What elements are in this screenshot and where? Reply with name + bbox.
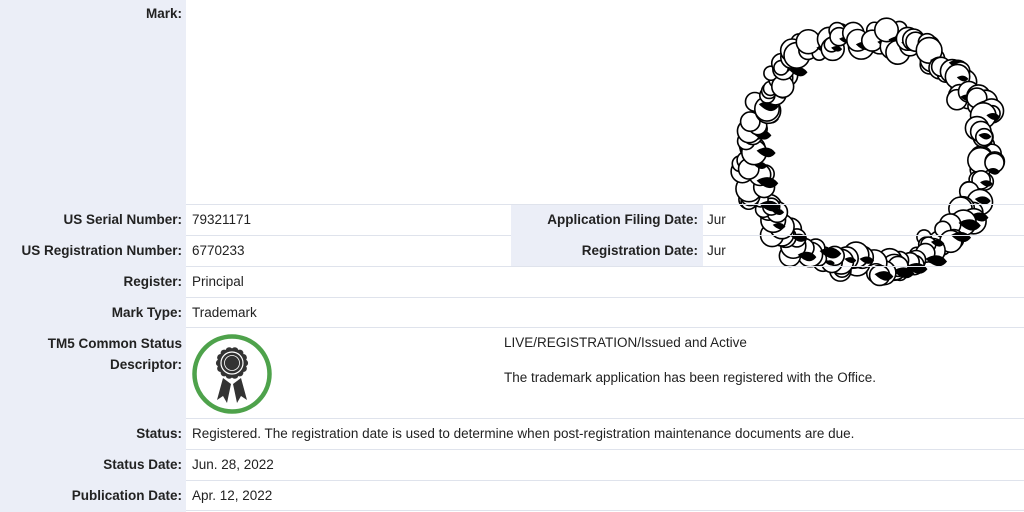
registration-date-label: Registration Date:	[581, 243, 698, 258]
row-divider	[186, 418, 1024, 419]
registration-date-value: Jur	[707, 243, 726, 258]
registration-number-value: 6770233	[192, 243, 245, 258]
row-divider	[186, 480, 1024, 481]
row-divider	[186, 327, 1024, 328]
row-divider	[186, 449, 1024, 450]
tm5-label-line1: TM5 Common Status	[47, 336, 182, 351]
status-value: Registered. The registration date is use…	[192, 426, 855, 441]
serial-number-value: 79321171	[192, 212, 252, 227]
mark-type-value: Trademark	[192, 305, 257, 320]
status-label: Status:	[136, 426, 182, 441]
tm5-status-line: LIVE/REGISTRATION/Issued and Active	[504, 335, 747, 350]
registration-number-label: US Registration Number:	[21, 243, 182, 258]
status-date-label: Status Date:	[103, 457, 182, 472]
mark-type-label: Mark Type:	[111, 305, 182, 320]
serial-number-label: US Serial Number:	[63, 212, 182, 227]
publication-date-value: Apr. 12, 2022	[192, 488, 273, 503]
register-value: Principal	[192, 274, 244, 289]
tm5-description: The trademark application has been regis…	[504, 370, 876, 385]
status-date-value: Jun. 28, 2022	[192, 457, 274, 472]
tm5-label-line2: Descriptor:	[109, 357, 182, 372]
register-label: Register:	[123, 274, 182, 289]
row-divider	[186, 266, 1024, 267]
filing-date-label: Application Filing Date:	[547, 212, 698, 227]
mark-label: Mark:	[145, 6, 182, 21]
registered-ribbon-icon	[190, 332, 274, 416]
mark-image	[727, 0, 1024, 298]
row-divider	[186, 510, 1024, 511]
publication-date-label: Publication Date:	[71, 488, 182, 503]
cotton-wreath-mark-image	[730, 17, 1006, 287]
filing-date-value: Jur	[707, 212, 726, 227]
row-divider	[186, 297, 1024, 298]
